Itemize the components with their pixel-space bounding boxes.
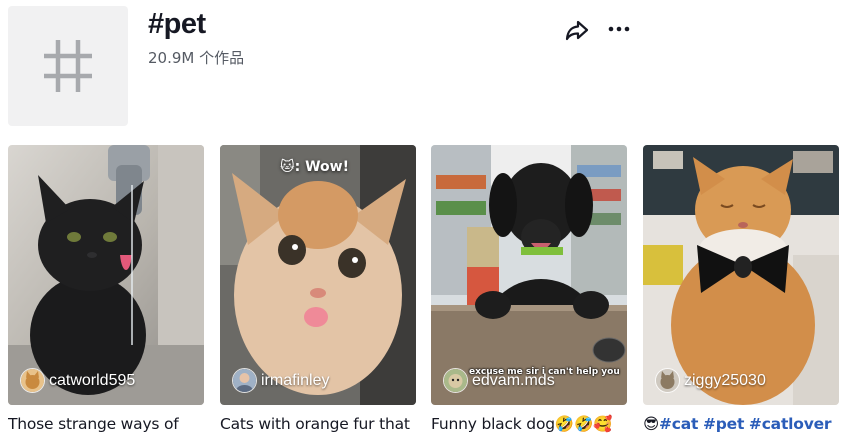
caption-emoji: 😎	[643, 415, 659, 433]
orange-kitten-image	[220, 145, 416, 405]
video-caption[interactable]: Cats with orange fur that	[220, 414, 416, 434]
video-thumbnail[interactable]: excuse me sir i can't help you edvam.mds	[431, 145, 627, 405]
video-card[interactable]: 🐱: Wow! irmafinley Cats with orange fur …	[220, 145, 416, 434]
author-username: ziggy25030	[684, 371, 766, 389]
video-caption[interactable]: Funny black dog🤣🤣🥰	[431, 414, 627, 434]
more-icon	[608, 26, 630, 32]
video-overlay-text: 🐱: Wow!	[280, 159, 349, 175]
cat-avatar	[655, 368, 680, 393]
author-username: irmafinley	[261, 371, 330, 389]
video-caption[interactable]: 😎#cat #pet #catlover	[643, 414, 839, 434]
author-username: catworld595	[49, 371, 136, 389]
caption-hashtag-catlover[interactable]: #catlover	[749, 415, 832, 433]
caption-emojis: 🤣🤣🥰	[554, 415, 613, 433]
video-author[interactable]: ziggy25030	[655, 368, 766, 393]
video-caption[interactable]: Those strange ways of	[8, 414, 204, 434]
page-title: #pet	[148, 8, 206, 40]
bowtie-cat-image	[643, 145, 839, 405]
video-card[interactable]: ziggy25030 😎#cat #pet #catlover	[643, 145, 839, 434]
video-author[interactable]: edvam.mds	[443, 368, 555, 393]
black-cat-image	[8, 145, 204, 405]
share-button[interactable]	[563, 16, 591, 44]
author-username: edvam.mds	[472, 371, 555, 389]
caption-text: Funny black dog	[431, 415, 555, 433]
dog-avatar	[443, 368, 468, 393]
video-author[interactable]: irmafinley	[232, 368, 329, 393]
person-avatar	[232, 368, 257, 393]
more-options-button[interactable]	[606, 16, 634, 44]
video-thumbnail[interactable]: ziggy25030	[643, 145, 839, 405]
video-thumbnail[interactable]: catworld595	[8, 145, 204, 405]
video-count: 20.9M 个作品	[148, 49, 245, 67]
caption-hashtag-pet[interactable]: #pet	[703, 415, 744, 433]
video-author[interactable]: catworld595	[20, 368, 135, 393]
video-thumbnail[interactable]: 🐱: Wow! irmafinley	[220, 145, 416, 405]
caption-hashtag-cat[interactable]: #cat	[659, 415, 698, 433]
video-card[interactable]: catworld595 Those strange ways of	[8, 145, 204, 434]
black-dog-image	[431, 145, 627, 405]
video-card[interactable]: excuse me sir i can't help you edvam.mds…	[431, 145, 627, 434]
hashtag-cover	[8, 6, 128, 126]
share-icon	[565, 20, 589, 41]
hashtag-icon	[44, 40, 92, 92]
cat-avatar	[20, 368, 45, 393]
